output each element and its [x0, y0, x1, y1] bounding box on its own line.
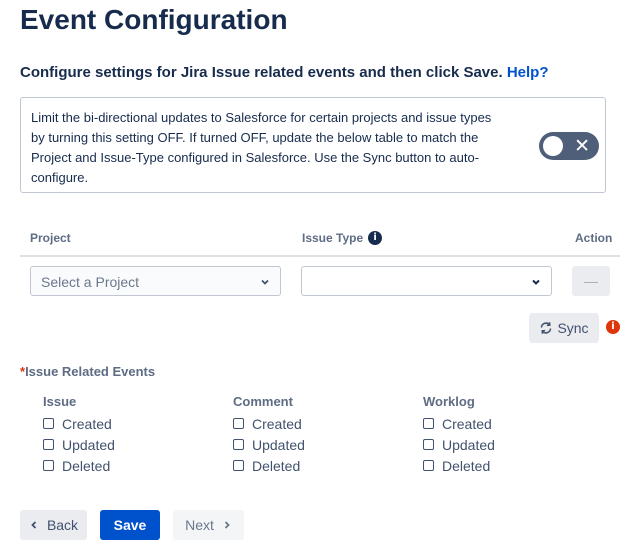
table-divider [20, 255, 620, 257]
project-select[interactable]: Select a Project [30, 266, 281, 296]
event-group-issue: Issue Created Updated Deleted [43, 394, 115, 476]
sync-label: Sync [557, 320, 589, 336]
sync-button[interactable]: Sync [529, 313, 599, 343]
issue-type-header: Issue Type i [302, 231, 383, 245]
issue-type-header-label: Issue Type [302, 231, 364, 245]
event-group-worklog: Worklog Created Updated Deleted [423, 394, 495, 476]
help-link[interactable]: Help? [507, 64, 549, 81]
intro-text: Configure settings for Jira Issue relate… [20, 64, 549, 81]
toggle-knob [543, 136, 563, 156]
checkbox[interactable] [233, 460, 244, 471]
checkbox[interactable] [423, 460, 434, 471]
checkbox-label: Deleted [442, 457, 491, 474]
event-group-title: Worklog [423, 394, 475, 409]
checkbox-row[interactable]: Created [43, 413, 115, 434]
page-title: Event Configuration [20, 4, 288, 35]
checkbox-label: Updated [252, 436, 305, 453]
checkbox[interactable] [43, 439, 54, 450]
info-text: Limit the bi-directional updates to Sale… [31, 110, 492, 185]
next-button[interactable]: Next [173, 510, 244, 540]
checkbox[interactable] [233, 418, 244, 429]
checkbox-row[interactable]: Updated [43, 434, 115, 455]
checkbox-row[interactable]: Created [423, 413, 495, 434]
back-label: Back [46, 517, 79, 533]
close-icon: ✕ [574, 135, 590, 157]
checkbox-label: Deleted [252, 457, 301, 474]
chevron-down-icon [261, 279, 269, 285]
remove-row-button[interactable]: — [572, 266, 610, 296]
issue-events-label-text: Issue Related Events [25, 364, 156, 379]
next-label: Next [185, 517, 214, 533]
event-group-title: Comment [233, 394, 293, 409]
save-button[interactable]: Save [100, 510, 160, 540]
event-group-comment: Comment Created Updated Deleted [233, 394, 305, 476]
checkbox-row[interactable]: Updated [423, 434, 495, 455]
issue-events-label: *Issue Related Events [20, 364, 155, 379]
checkbox-row[interactable]: Deleted [233, 455, 305, 476]
checkbox-label: Updated [442, 436, 495, 453]
save-label: Save [113, 517, 147, 533]
checkbox-label: Deleted [62, 457, 111, 474]
intro-label: Configure settings for Jira Issue relate… [20, 64, 503, 81]
bidirectional-toggle[interactable]: ✕ [539, 132, 599, 160]
project-select-placeholder: Select a Project [41, 274, 140, 290]
chevron-down-icon [532, 279, 540, 285]
checkbox[interactable] [43, 460, 54, 471]
checkbox-label: Updated [62, 436, 115, 453]
checkbox-row[interactable]: Created [233, 413, 305, 434]
info-icon[interactable]: i [368, 231, 383, 245]
checkbox-row[interactable]: Deleted [43, 455, 115, 476]
back-button[interactable]: Back [20, 510, 87, 540]
checkbox[interactable] [43, 418, 54, 429]
checkbox[interactable] [423, 418, 434, 429]
checkbox-row[interactable]: Updated [233, 434, 305, 455]
chevron-left-icon [31, 521, 37, 529]
action-header: Action [575, 231, 613, 245]
project-header: Project [30, 231, 71, 245]
checkbox-label: Created [62, 415, 112, 432]
checkbox[interactable] [423, 439, 434, 450]
chevron-right-icon [224, 521, 230, 529]
event-group-title: Issue [43, 394, 77, 409]
issue-type-select[interactable] [301, 266, 552, 296]
info-box: Limit the bi-directional updates to Sale… [20, 97, 606, 193]
sync-info-icon[interactable]: i [606, 320, 620, 334]
checkbox-label: Created [442, 415, 492, 432]
checkbox-row[interactable]: Deleted [423, 455, 495, 476]
sync-icon [541, 322, 552, 334]
checkbox-label: Created [252, 415, 302, 432]
checkbox[interactable] [233, 439, 244, 450]
